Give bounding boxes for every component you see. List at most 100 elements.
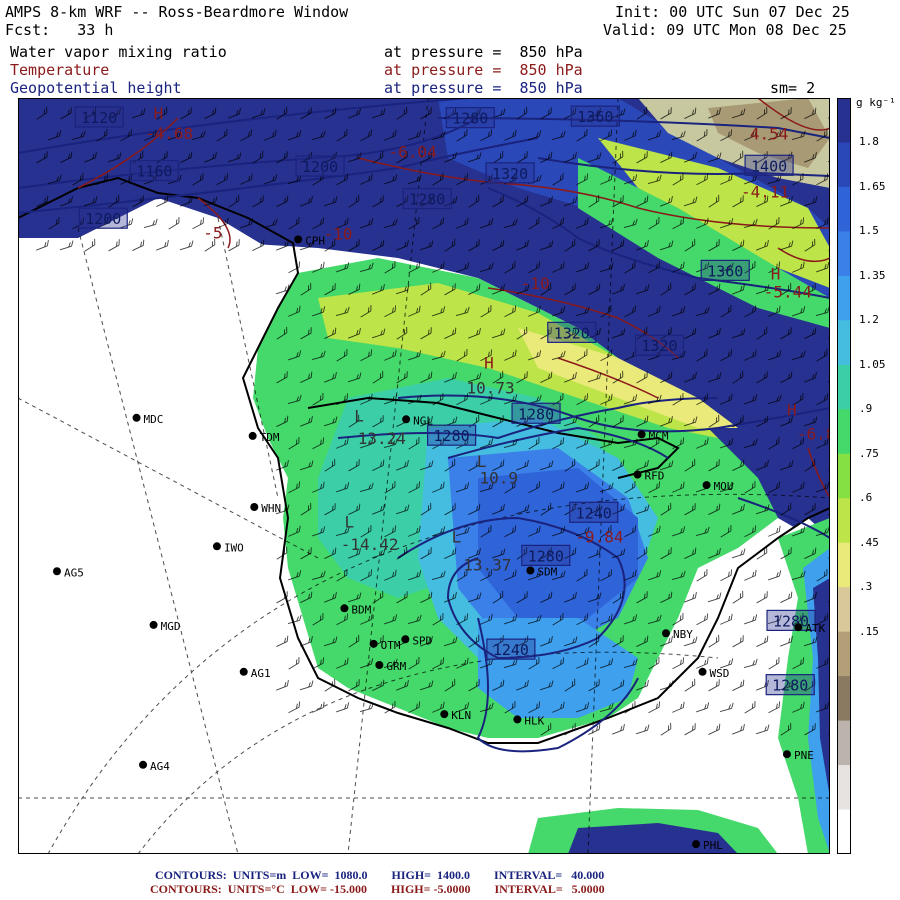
temperature-label: 4.54 <box>750 125 789 144</box>
svg-text:PNE: PNE <box>794 749 814 762</box>
colorbar-swatch <box>837 98 851 143</box>
svg-text:1240: 1240 <box>493 641 529 659</box>
colorbar-swatch <box>837 676 851 722</box>
colorbar-tick-label: .75 <box>859 446 879 460</box>
wind-barb <box>768 525 781 537</box>
svg-text:1200: 1200 <box>302 158 338 176</box>
svg-text:1280: 1280 <box>409 191 445 209</box>
svg-text:SDM: SDM <box>537 566 557 579</box>
level-label-3: at pressure = 850 hPa <box>384 79 583 97</box>
init-time: Init: 00 UTC Sun 07 Dec 25 <box>615 3 850 21</box>
colorbar-swatch <box>837 587 851 633</box>
svg-text:GRM: GRM <box>386 660 406 673</box>
wind-barb <box>720 569 732 582</box>
colorbar-swatch <box>837 275 851 321</box>
colorbar-swatch <box>837 809 851 854</box>
svg-text:1240: 1240 <box>576 504 612 522</box>
field-label-mixing-ratio: Water vapor mixing ratio <box>10 43 227 61</box>
height-label: 1160 <box>129 159 180 182</box>
level-label-1: at pressure = 850 hPa <box>384 43 583 61</box>
height-label: 1120 <box>74 106 124 128</box>
svg-text:RFD: RFD <box>645 469 665 482</box>
height-label: 1360 <box>700 259 750 281</box>
temperature-label: -10 <box>323 224 352 243</box>
height-label: 1200 <box>78 207 128 229</box>
svg-text:1280: 1280 <box>452 110 488 128</box>
temperature-label: -5 <box>203 224 222 243</box>
height-label: 1280 <box>427 424 477 446</box>
map-title: AMPS 8-km WRF -- Ross-Beardmore Window <box>5 3 349 21</box>
height-label: 1320 <box>547 321 597 343</box>
svg-text:MDC: MDC <box>144 413 164 426</box>
colorbar-tick-label: .6 <box>859 491 873 505</box>
height-label: 1200 <box>295 155 345 177</box>
svg-text:AG4: AG4 <box>150 760 170 773</box>
svg-text:1280: 1280 <box>434 427 470 445</box>
svg-text:1280: 1280 <box>518 405 554 423</box>
svg-text:1320: 1320 <box>492 165 528 183</box>
temperature-label: -6.04 <box>389 143 437 162</box>
field-label-geopotential-height: Geopotential height <box>10 79 182 97</box>
temperature-label: -6.8 <box>797 425 830 444</box>
svg-text:1360: 1360 <box>707 262 743 280</box>
wind-barb <box>696 613 708 626</box>
temperature-label: -5.44 <box>764 283 812 302</box>
colorbar-tick-label: 1.05 <box>859 357 886 371</box>
footer-temperature-contours: CONTOURS: UNITS=°C LOW= -15.000 HIGH= -5… <box>150 882 605 896</box>
svg-text:MOU: MOU <box>714 480 734 493</box>
svg-text:MCM: MCM <box>649 429 669 442</box>
svg-text:ATK: ATK <box>805 622 825 635</box>
high-low-marker: L <box>477 452 487 471</box>
svg-text:1400: 1400 <box>751 157 787 175</box>
svg-text:1120: 1120 <box>81 109 117 127</box>
colorbar-tick-label: 1.8 <box>859 135 879 149</box>
colorbar-tick-label: 1.5 <box>859 224 879 238</box>
colorbar-swatch <box>837 631 851 677</box>
svg-text:AG1: AG1 <box>251 667 271 680</box>
svg-text:NGL: NGL <box>413 414 433 427</box>
svg-text:CPH: CPH <box>305 234 325 247</box>
height-label: 1400 <box>744 154 794 176</box>
temperature-label: -4.68 <box>145 124 193 143</box>
height-label: 1240 <box>486 638 536 660</box>
height-label: 1280 <box>511 402 561 424</box>
wind-barb <box>672 657 684 670</box>
svg-text:PHL: PHL <box>703 839 723 852</box>
colorbar-swatch <box>837 186 851 232</box>
minimum-label: 13.37 <box>463 555 511 574</box>
colorbar-tick-label: .9 <box>859 402 873 416</box>
svg-text:1280: 1280 <box>528 547 564 565</box>
footer-height-contours: CONTOURS: UNITS=m LOW= 1080.0 HIGH= 1400… <box>155 868 605 882</box>
svg-text:SPD: SPD <box>412 634 432 647</box>
minimum-label: 13.24 <box>358 429 406 448</box>
colorbar-swatch <box>837 231 851 277</box>
weather-map: 1120 1160 1200 1200 1280 1360 1400 1280 1320 1360… <box>18 98 830 854</box>
colorbar-tick-label: 1.65 <box>859 179 886 193</box>
height-label: 1360 <box>570 105 620 127</box>
level-label-2: at pressure = 850 hPa <box>384 61 583 79</box>
smoothing-label: sm= 2 <box>770 79 816 97</box>
colorbar-swatch <box>837 542 851 588</box>
colorbar-swatch <box>837 142 851 188</box>
valid-time: Valid: 09 UTC Mon 08 Dec 25 <box>603 21 847 39</box>
wind-barb <box>707 592 722 603</box>
colorbar-tick-label: .45 <box>859 535 879 549</box>
height-label: 1280 <box>445 107 495 129</box>
svg-text:1160: 1160 <box>136 163 172 181</box>
height-label: 1280 <box>402 187 452 210</box>
colorbar-swatch <box>837 409 851 455</box>
colorbar-tick-label: 1.35 <box>859 268 886 282</box>
svg-text:1320: 1320 <box>554 324 590 342</box>
colorbar <box>837 98 851 854</box>
height-label: 1280 <box>521 544 571 566</box>
height-label: 1320 <box>485 162 535 184</box>
colorbar-swatch <box>837 498 851 544</box>
temperature-label: -4.11 <box>741 183 789 202</box>
colorbar-swatch <box>837 320 851 366</box>
svg-text:TDM: TDM <box>260 431 280 444</box>
colorbar-tick-label: 1.2 <box>859 313 879 327</box>
svg-text:1320: 1320 <box>641 337 677 355</box>
svg-text:OTM: OTM <box>381 639 401 652</box>
minimum-label: -14.42 <box>341 535 399 554</box>
temperature-label: -10 <box>521 274 550 293</box>
